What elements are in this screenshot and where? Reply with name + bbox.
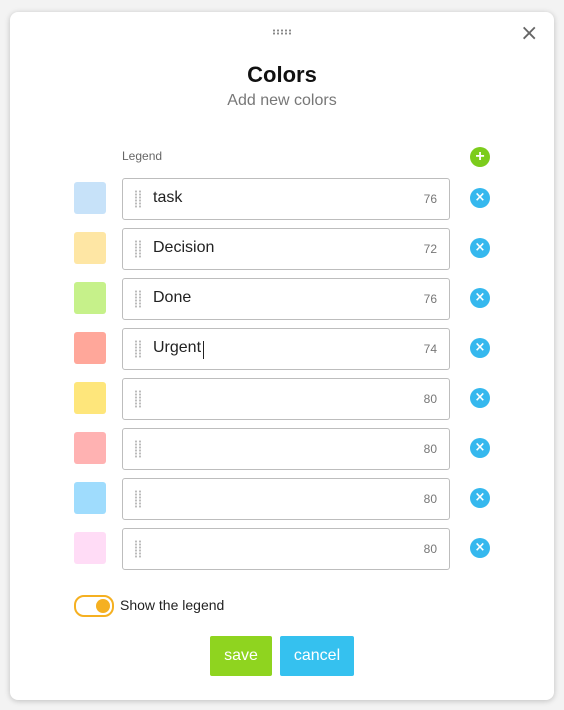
text-cursor: [203, 341, 204, 359]
legend-text-input[interactable]: task 76: [122, 178, 450, 220]
add-color-button[interactable]: +: [470, 147, 490, 167]
color-swatch[interactable]: [74, 332, 106, 364]
character-count: 72: [423, 242, 437, 256]
legend-text-input[interactable]: 80: [122, 428, 450, 470]
character-count: 80: [423, 442, 437, 456]
legend-text-input[interactable]: 80: [122, 478, 450, 520]
drag-grip-icon[interactable]: [134, 240, 142, 258]
color-row: 80 ×: [10, 528, 554, 570]
remove-color-icon[interactable]: ×: [470, 238, 490, 258]
drag-grip-icon[interactable]: [134, 190, 142, 208]
drag-handle-icon[interactable]: [272, 29, 292, 35]
color-row: task 76 ×: [10, 178, 554, 220]
character-count: 80: [423, 392, 437, 406]
color-swatch[interactable]: [74, 532, 106, 564]
legend-column-label: Legend: [122, 149, 163, 163]
legend-text-value: Decision: [153, 239, 215, 256]
toggle-knob: [96, 599, 110, 613]
color-swatch[interactable]: [74, 382, 106, 414]
colors-dialog: × Colors Add new colors Legend + task 76 ×…: [10, 12, 554, 700]
legend-text-input[interactable]: Done 76: [122, 278, 450, 320]
legend-text-input[interactable]: 80: [122, 528, 450, 570]
close-icon[interactable]: ×: [520, 23, 538, 45]
remove-color-icon[interactable]: ×: [470, 438, 490, 458]
remove-color-icon[interactable]: ×: [470, 188, 490, 208]
dialog-subtitle: Add new colors: [227, 92, 337, 109]
legend-text-input[interactable]: Urgent 74: [122, 328, 450, 370]
drag-grip-icon[interactable]: [134, 540, 142, 558]
character-count: 80: [423, 492, 437, 506]
remove-color-icon[interactable]: ×: [470, 488, 490, 508]
dialog-title: Colors: [247, 62, 317, 87]
character-count: 80: [423, 542, 437, 556]
save-button[interactable]: save: [210, 636, 272, 676]
color-row: 80 ×: [10, 428, 554, 470]
cancel-button[interactable]: cancel: [280, 636, 354, 676]
legend-text-value: Urgent: [153, 339, 202, 356]
remove-color-icon[interactable]: ×: [470, 388, 490, 408]
color-swatch[interactable]: [74, 282, 106, 314]
color-row: Urgent 74 ×: [10, 328, 554, 370]
show-legend-toggle[interactable]: [74, 595, 114, 617]
legend-text-input[interactable]: Decision 72: [122, 228, 450, 270]
drag-grip-icon[interactable]: [134, 440, 142, 458]
remove-color-icon[interactable]: ×: [470, 288, 490, 308]
drag-grip-icon[interactable]: [134, 290, 142, 308]
color-row: 80 ×: [10, 478, 554, 520]
drag-grip-icon[interactable]: [134, 340, 142, 358]
drag-grip-icon[interactable]: [134, 490, 142, 508]
remove-color-icon[interactable]: ×: [470, 538, 490, 558]
show-legend-label: Show the legend: [120, 597, 225, 613]
legend-text-value: task: [153, 189, 183, 206]
character-count: 74: [423, 342, 437, 356]
color-swatch[interactable]: [74, 182, 106, 214]
character-count: 76: [423, 292, 437, 306]
color-swatch[interactable]: [74, 482, 106, 514]
legend-text-input[interactable]: 80: [122, 378, 450, 420]
remove-color-icon[interactable]: ×: [470, 338, 490, 358]
color-swatch[interactable]: [74, 232, 106, 264]
color-row: Decision 72 ×: [10, 228, 554, 270]
character-count: 76: [423, 192, 437, 206]
color-swatch[interactable]: [74, 432, 106, 464]
color-row: 80 ×: [10, 378, 554, 420]
legend-text-value: Done: [153, 289, 192, 306]
color-row: Done 76 ×: [10, 278, 554, 320]
drag-grip-icon[interactable]: [134, 390, 142, 408]
